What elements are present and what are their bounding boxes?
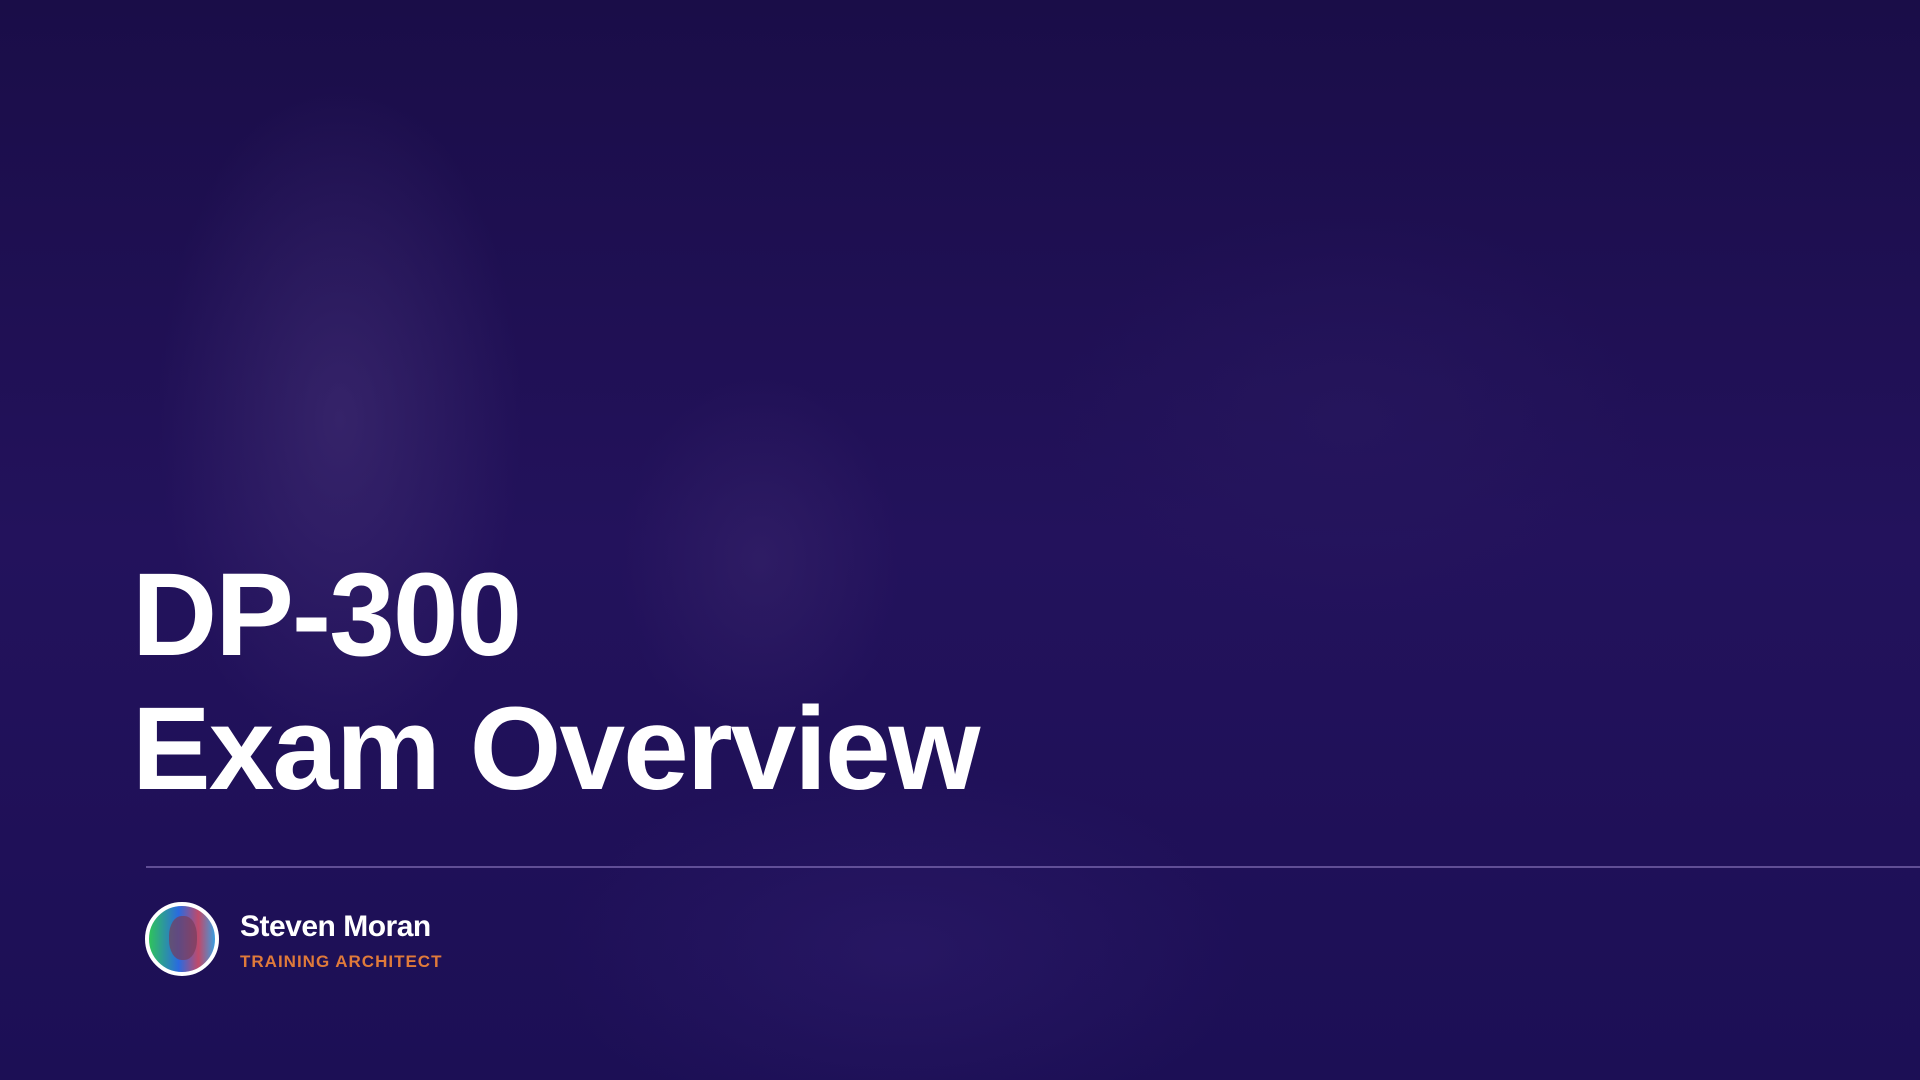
divider [146,866,1920,868]
title-line-2: Exam Overview [132,683,980,815]
title-line-1: DP-300 [132,549,522,681]
slide-title: DP-300 Exam Overview [132,548,980,816]
presenter-name: Steven Moran [240,910,431,943]
avatar-face [169,916,197,960]
avatar [145,902,219,976]
presenter-role: TRAINING ARCHITECT [240,952,443,971]
